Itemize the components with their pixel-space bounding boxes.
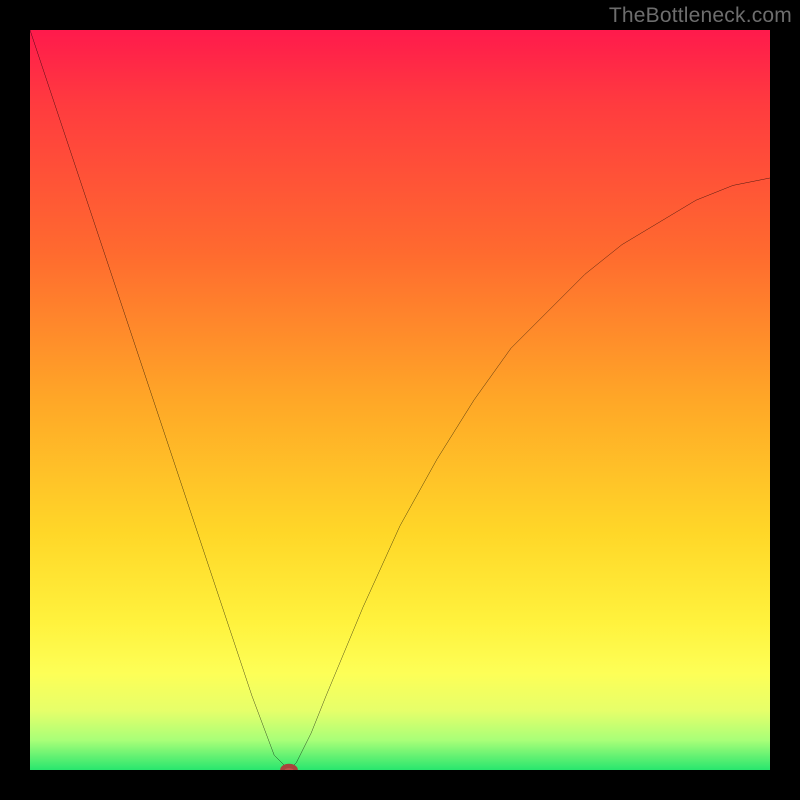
chart-frame: TheBottleneck.com bbox=[0, 0, 800, 800]
bottleneck-curve bbox=[30, 30, 770, 770]
optimum-marker bbox=[282, 766, 295, 770]
plot-area bbox=[30, 30, 770, 770]
watermark-text: TheBottleneck.com bbox=[609, 4, 792, 28]
chart-svg bbox=[30, 30, 770, 770]
